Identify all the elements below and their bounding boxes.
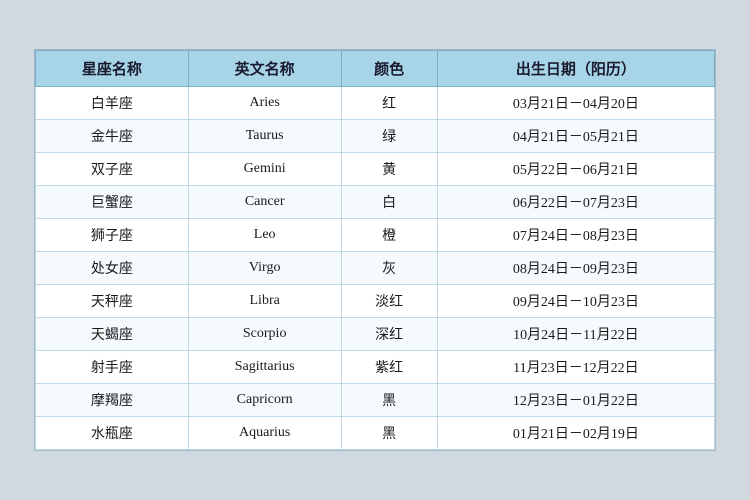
cell-row5-col1: Virgo [188, 252, 341, 285]
cell-row6-col3: 09月24日－10月23日 [437, 285, 714, 318]
cell-row8-col2: 紫红 [341, 351, 437, 384]
header-col-0: 星座名称 [36, 51, 189, 87]
table-body: 白羊座Aries红03月21日－04月20日金牛座Taurus绿04月21日－0… [36, 87, 715, 450]
cell-row1-col2: 绿 [341, 120, 437, 153]
cell-row2-col0: 双子座 [36, 153, 189, 186]
table-row: 天秤座Libra淡红09月24日－10月23日 [36, 285, 715, 318]
cell-row0-col2: 红 [341, 87, 437, 120]
cell-row10-col3: 01月21日－02月19日 [437, 417, 714, 450]
cell-row8-col1: Sagittarius [188, 351, 341, 384]
cell-row3-col2: 白 [341, 186, 437, 219]
table-row: 金牛座Taurus绿04月21日－05月21日 [36, 120, 715, 153]
cell-row7-col1: Scorpio [188, 318, 341, 351]
cell-row5-col0: 处女座 [36, 252, 189, 285]
cell-row6-col1: Libra [188, 285, 341, 318]
cell-row9-col3: 12月23日－01月22日 [437, 384, 714, 417]
cell-row7-col0: 天蝎座 [36, 318, 189, 351]
cell-row7-col2: 深红 [341, 318, 437, 351]
table-row: 白羊座Aries红03月21日－04月20日 [36, 87, 715, 120]
cell-row3-col3: 06月22日－07月23日 [437, 186, 714, 219]
table-row: 水瓶座Aquarius黑01月21日－02月19日 [36, 417, 715, 450]
cell-row9-col0: 摩羯座 [36, 384, 189, 417]
cell-row8-col0: 射手座 [36, 351, 189, 384]
cell-row2-col2: 黄 [341, 153, 437, 186]
cell-row10-col0: 水瓶座 [36, 417, 189, 450]
header-col-1: 英文名称 [188, 51, 341, 87]
cell-row5-col2: 灰 [341, 252, 437, 285]
header-col-2: 颜色 [341, 51, 437, 87]
cell-row6-col0: 天秤座 [36, 285, 189, 318]
table-row: 狮子座Leo橙07月24日－08月23日 [36, 219, 715, 252]
cell-row6-col2: 淡红 [341, 285, 437, 318]
cell-row9-col2: 黑 [341, 384, 437, 417]
zodiac-table: 星座名称英文名称颜色出生日期（阳历） 白羊座Aries红03月21日－04月20… [35, 50, 715, 450]
cell-row10-col2: 黑 [341, 417, 437, 450]
table-header-row: 星座名称英文名称颜色出生日期（阳历） [36, 51, 715, 87]
table-row: 摩羯座Capricorn黑12月23日－01月22日 [36, 384, 715, 417]
zodiac-table-wrapper: 星座名称英文名称颜色出生日期（阳历） 白羊座Aries红03月21日－04月20… [34, 49, 716, 451]
header-col-3: 出生日期（阳历） [437, 51, 714, 87]
cell-row4-col0: 狮子座 [36, 219, 189, 252]
cell-row1-col0: 金牛座 [36, 120, 189, 153]
cell-row4-col1: Leo [188, 219, 341, 252]
table-row: 巨蟹座Cancer白06月22日－07月23日 [36, 186, 715, 219]
cell-row1-col1: Taurus [188, 120, 341, 153]
cell-row0-col3: 03月21日－04月20日 [437, 87, 714, 120]
table-row: 天蝎座Scorpio深红10月24日－11月22日 [36, 318, 715, 351]
table-row: 射手座Sagittarius紫红11月23日－12月22日 [36, 351, 715, 384]
cell-row3-col1: Cancer [188, 186, 341, 219]
cell-row0-col1: Aries [188, 87, 341, 120]
cell-row10-col1: Aquarius [188, 417, 341, 450]
cell-row2-col1: Gemini [188, 153, 341, 186]
cell-row4-col3: 07月24日－08月23日 [437, 219, 714, 252]
cell-row9-col1: Capricorn [188, 384, 341, 417]
cell-row0-col0: 白羊座 [36, 87, 189, 120]
table-row: 处女座Virgo灰08月24日－09月23日 [36, 252, 715, 285]
cell-row7-col3: 10月24日－11月22日 [437, 318, 714, 351]
cell-row2-col3: 05月22日－06月21日 [437, 153, 714, 186]
cell-row3-col0: 巨蟹座 [36, 186, 189, 219]
cell-row4-col2: 橙 [341, 219, 437, 252]
table-row: 双子座Gemini黄05月22日－06月21日 [36, 153, 715, 186]
cell-row8-col3: 11月23日－12月22日 [437, 351, 714, 384]
cell-row5-col3: 08月24日－09月23日 [437, 252, 714, 285]
cell-row1-col3: 04月21日－05月21日 [437, 120, 714, 153]
